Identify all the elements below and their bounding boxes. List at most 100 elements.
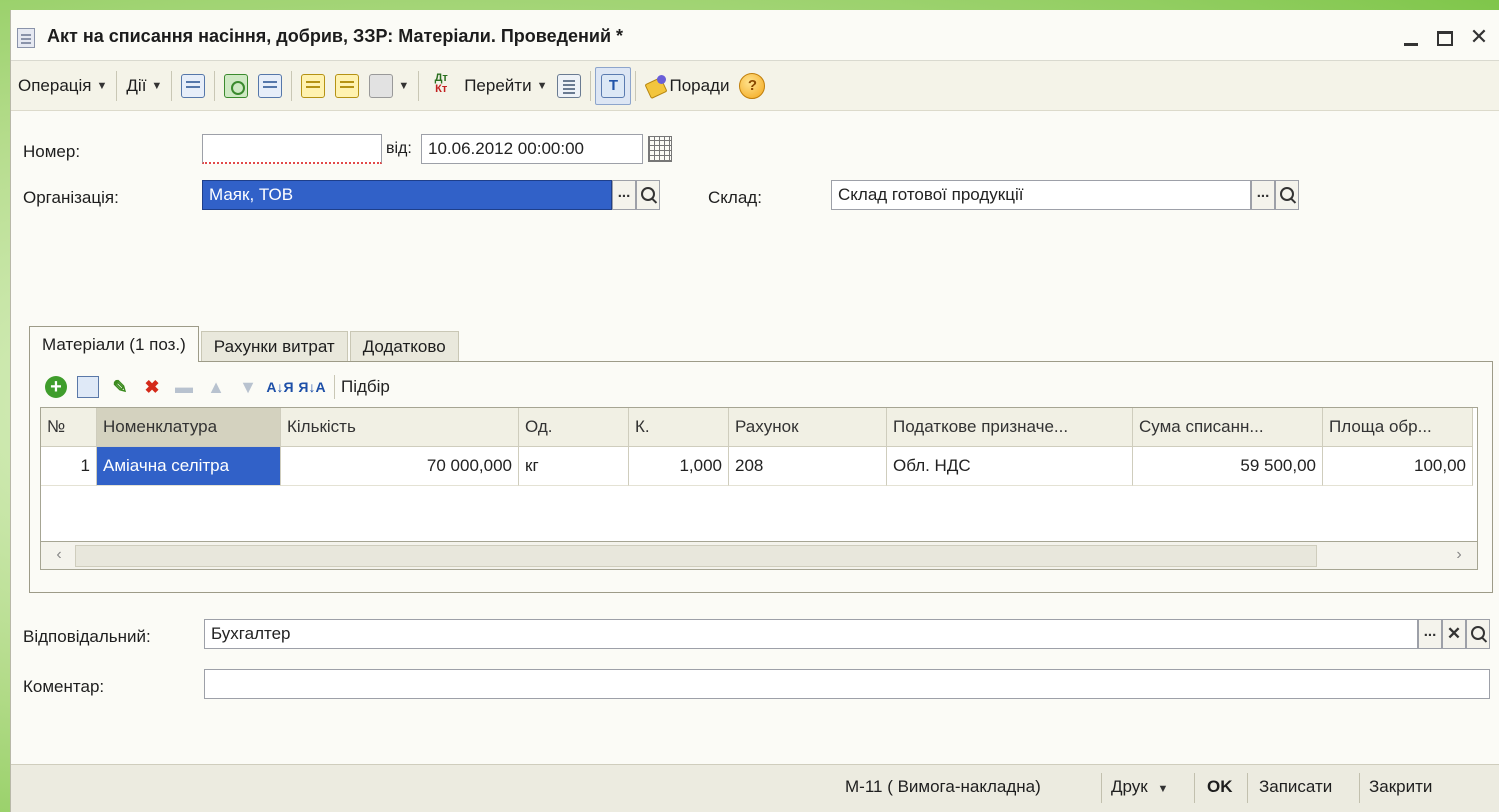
materials-panel: + ✎ ✖ ▬ ▲ ▼ А↓Я Я↓А Підбір № Номенклатур… (29, 361, 1493, 593)
help-button[interactable]: ? (734, 68, 770, 104)
chevron-down-icon: ▼ (1157, 783, 1169, 795)
sort-ascending-icon[interactable]: А↓Я (266, 376, 293, 398)
report-button[interactable] (552, 68, 586, 104)
cell-number: 1 (41, 447, 97, 486)
save-button[interactable]: Записати (1259, 777, 1332, 797)
column-header-number[interactable]: № (41, 408, 97, 447)
date-from-label: від: (386, 140, 412, 157)
responsible-clear-button[interactable]: ✕ (1442, 619, 1466, 649)
end-edit-icon[interactable]: ▬ (173, 376, 195, 398)
post-and-close-button[interactable] (176, 68, 210, 104)
maximize-button[interactable] (1431, 22, 1459, 52)
comment-label: Коментар: (23, 677, 105, 696)
post-button[interactable] (296, 68, 330, 104)
window-title: Акт на списання насіння, добрив, ЗЗР: Ма… (47, 26, 624, 46)
sort-descending-icon[interactable]: Я↓А (298, 376, 325, 398)
table-header: № Номенклатура Кількість Од. К. Рахунок … (41, 408, 1473, 447)
warehouse-select-button[interactable]: ... (1251, 180, 1275, 210)
add-row-icon[interactable]: + (45, 376, 67, 398)
cell-account[interactable]: 208 (729, 447, 887, 486)
calendar-icon[interactable] (648, 136, 672, 162)
responsible-field[interactable]: Бухгалтер (204, 619, 1418, 649)
toolbar-separator (214, 70, 216, 101)
print-menu[interactable]: Друк ▼ (1111, 777, 1168, 797)
column-header-area[interactable]: Площа обр... (1323, 408, 1473, 447)
structure-button[interactable]: ▼ (364, 68, 414, 104)
warehouse-field[interactable]: Склад готової продукції (831, 180, 1251, 210)
operation-menu[interactable]: Операція ▼ (13, 68, 112, 104)
delete-row-icon[interactable]: ✖ (141, 376, 163, 398)
column-header-unit[interactable]: Од. (519, 408, 629, 447)
column-header-nomenclature[interactable]: Номенклатура (97, 408, 281, 447)
cell-nomenclature[interactable]: Аміачна селітра (97, 447, 281, 486)
toolbar-separator (635, 70, 637, 101)
column-header-tax-purpose[interactable]: Податкове призначе... (887, 408, 1133, 447)
operation-menu-label: Операція (18, 75, 92, 95)
toolbar-separator (590, 70, 592, 101)
refresh-button[interactable] (219, 68, 253, 104)
table-row[interactable]: 1 Аміачна селітра 70 000,000 кг 1,000 20… (41, 447, 1473, 486)
cell-writeoff-sum[interactable]: 59 500,00 (1133, 447, 1323, 486)
tab-additional[interactable]: Додатково (349, 331, 459, 362)
goto-menu[interactable]: Перейти ▼ (459, 68, 552, 104)
edit-row-icon[interactable]: ✎ (109, 376, 131, 398)
number-field[interactable] (202, 134, 382, 164)
responsible-label: Відповідальний: (23, 627, 151, 646)
minimize-button[interactable] (1397, 22, 1425, 52)
close-button[interactable]: Закрити (1369, 777, 1432, 797)
organization-search-button[interactable] (636, 180, 660, 210)
organization-field[interactable]: Маяк, ТОВ (202, 180, 612, 210)
responsible-select-button[interactable]: ... (1418, 619, 1442, 649)
cell-area[interactable]: 100,00 (1323, 447, 1473, 486)
cell-quantity[interactable]: 70 000,000 (281, 447, 519, 486)
tips-button[interactable]: Поради (640, 68, 734, 104)
structure-icon (369, 73, 394, 98)
toolbar-separator (418, 70, 420, 101)
unpost-document-icon (335, 73, 360, 98)
post-close-icon (181, 73, 206, 98)
pick-button[interactable]: Підбір (341, 377, 390, 397)
cell-unit[interactable]: кг (519, 447, 629, 486)
new-based-on-button[interactable] (253, 68, 287, 104)
actions-menu[interactable]: Дії ▼ (121, 68, 167, 104)
tab-expense-accounts[interactable]: Рахунки витрат (200, 331, 348, 362)
warehouse-search-button[interactable] (1275, 180, 1299, 210)
move-up-icon[interactable]: ▲ (205, 376, 227, 398)
responsible-search-button[interactable] (1466, 619, 1490, 649)
column-header-account[interactable]: Рахунок (729, 408, 887, 447)
organization-select-button[interactable]: ... (612, 180, 636, 210)
copy-row-icon[interactable] (77, 376, 99, 398)
refresh-icon (224, 73, 249, 98)
comment-field[interactable] (204, 669, 1490, 699)
bottom-separator (1101, 773, 1102, 803)
goto-menu-label: Перейти (464, 75, 532, 95)
kt-label: Кт (435, 82, 448, 95)
close-window-button[interactable]: ✕ (1465, 22, 1493, 52)
date-field[interactable]: 10.06.2012 00:00:00 (421, 134, 643, 164)
scroll-left-icon[interactable]: ‹ (47, 544, 71, 566)
column-header-quantity[interactable]: Кількість (281, 408, 519, 447)
actions-menu-label: Дії (126, 75, 147, 95)
move-down-icon[interactable]: ▼ (237, 376, 259, 398)
ok-button[interactable]: OK (1207, 777, 1233, 797)
number-label: Номер: (23, 142, 81, 161)
tab-materials[interactable]: Матеріали (1 поз.) (29, 326, 199, 362)
font-toggle-button[interactable]: T (595, 66, 632, 105)
print-form-m11-button[interactable]: М-11 ( Вимога-накладна) (845, 777, 1041, 797)
chevron-down-icon: ▼ (151, 79, 163, 92)
horizontal-scrollbar[interactable]: ‹ › (40, 542, 1478, 570)
magnifier-icon (1471, 626, 1485, 640)
column-header-writeoff-sum[interactable]: Сума списанн... (1133, 408, 1323, 447)
font-icon: T (601, 73, 626, 98)
unpost-button[interactable] (330, 68, 364, 104)
dt-kt-button[interactable]: Дт Кт (423, 68, 459, 104)
column-header-coefficient[interactable]: К. (629, 408, 729, 447)
document-icon (17, 28, 35, 48)
magnifier-icon (1280, 187, 1294, 201)
cell-tax-purpose[interactable]: Обл. НДС (887, 447, 1133, 486)
scroll-thumb[interactable] (75, 545, 1317, 567)
cell-coefficient[interactable]: 1,000 (629, 447, 729, 486)
scroll-right-icon[interactable]: › (1447, 544, 1471, 566)
tips-label: Поради (669, 75, 730, 95)
main-toolbar: Операція ▼ Дії ▼ ▼ Дт Кт Перейти ▼ T Пор… (11, 61, 1499, 111)
